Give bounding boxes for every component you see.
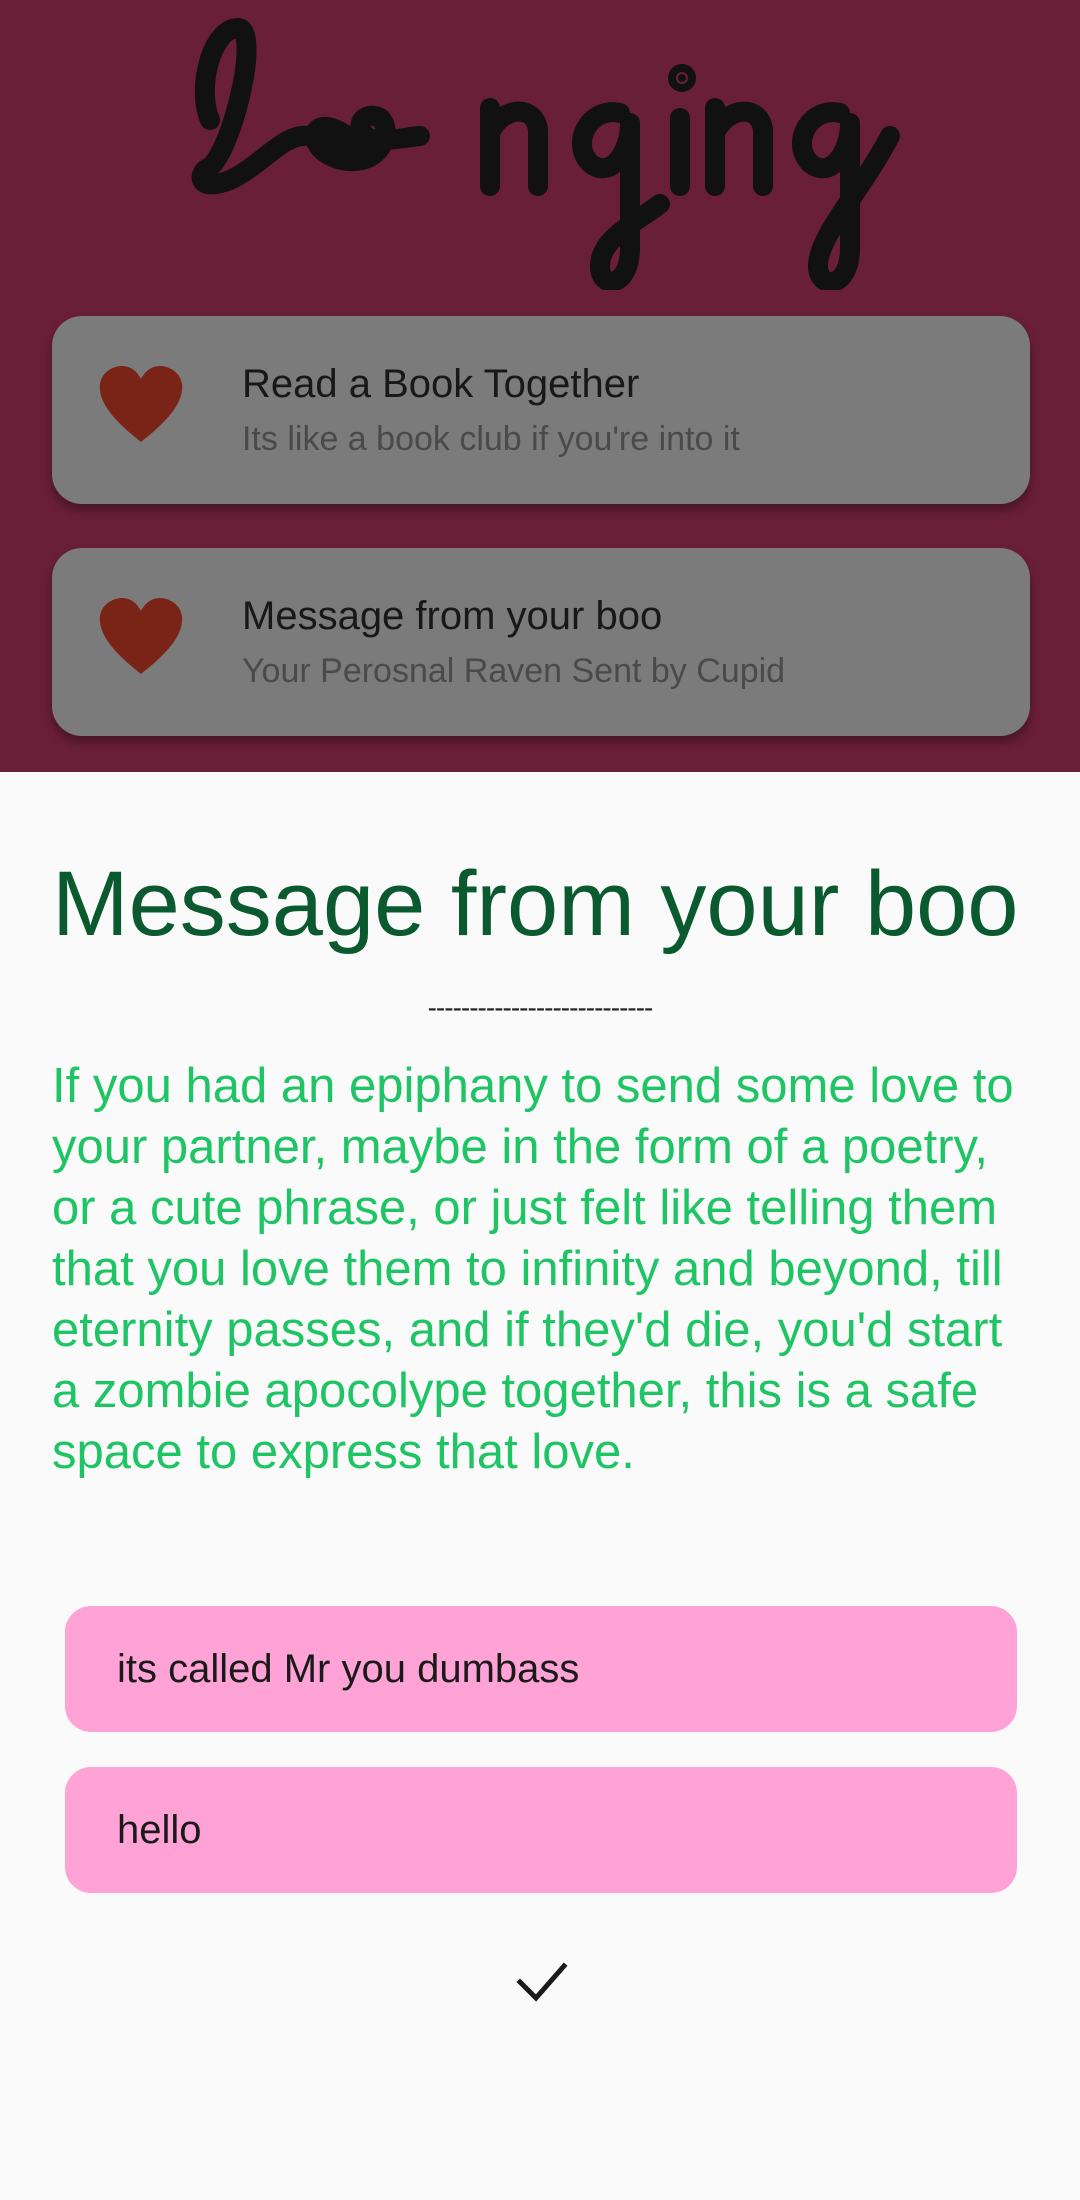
card-subtitle: Your Perosnal Raven Sent by Cupid — [242, 652, 786, 690]
message-bubble[interactable]: hello — [65, 1767, 1017, 1893]
background-overlay: Read a Book Together Its like a book clu… — [0, 0, 1080, 772]
message-text: its called Mr you dumbass — [117, 1646, 580, 1691]
card-subtitle: Its like a book club if you're into it — [242, 420, 740, 458]
message-bottom-sheet: Message from your boo ------------------… — [0, 772, 1080, 2200]
heart-icon — [98, 598, 184, 676]
message-bubble[interactable]: its called Mr you dumbass — [65, 1606, 1017, 1732]
divider: --------------------------- — [427, 992, 654, 1023]
activity-card-message-from-boo[interactable]: Message from your boo Your Perosnal Rave… — [52, 548, 1030, 736]
message-text: hello — [117, 1807, 202, 1852]
activity-card-read-book[interactable]: Read a Book Together Its like a book clu… — [52, 316, 1030, 504]
card-title: Read a Book Together — [242, 362, 640, 406]
sheet-description: If you had an epiphany to send some love… — [52, 1059, 1014, 1479]
confirm-button[interactable] — [506, 1952, 576, 2012]
checkmark-icon — [506, 1952, 576, 2012]
card-title: Message from your boo — [242, 594, 663, 638]
heart-icon — [98, 366, 184, 444]
sheet-title: Message from your boo — [52, 853, 1019, 955]
app-logo — [190, 8, 900, 290]
